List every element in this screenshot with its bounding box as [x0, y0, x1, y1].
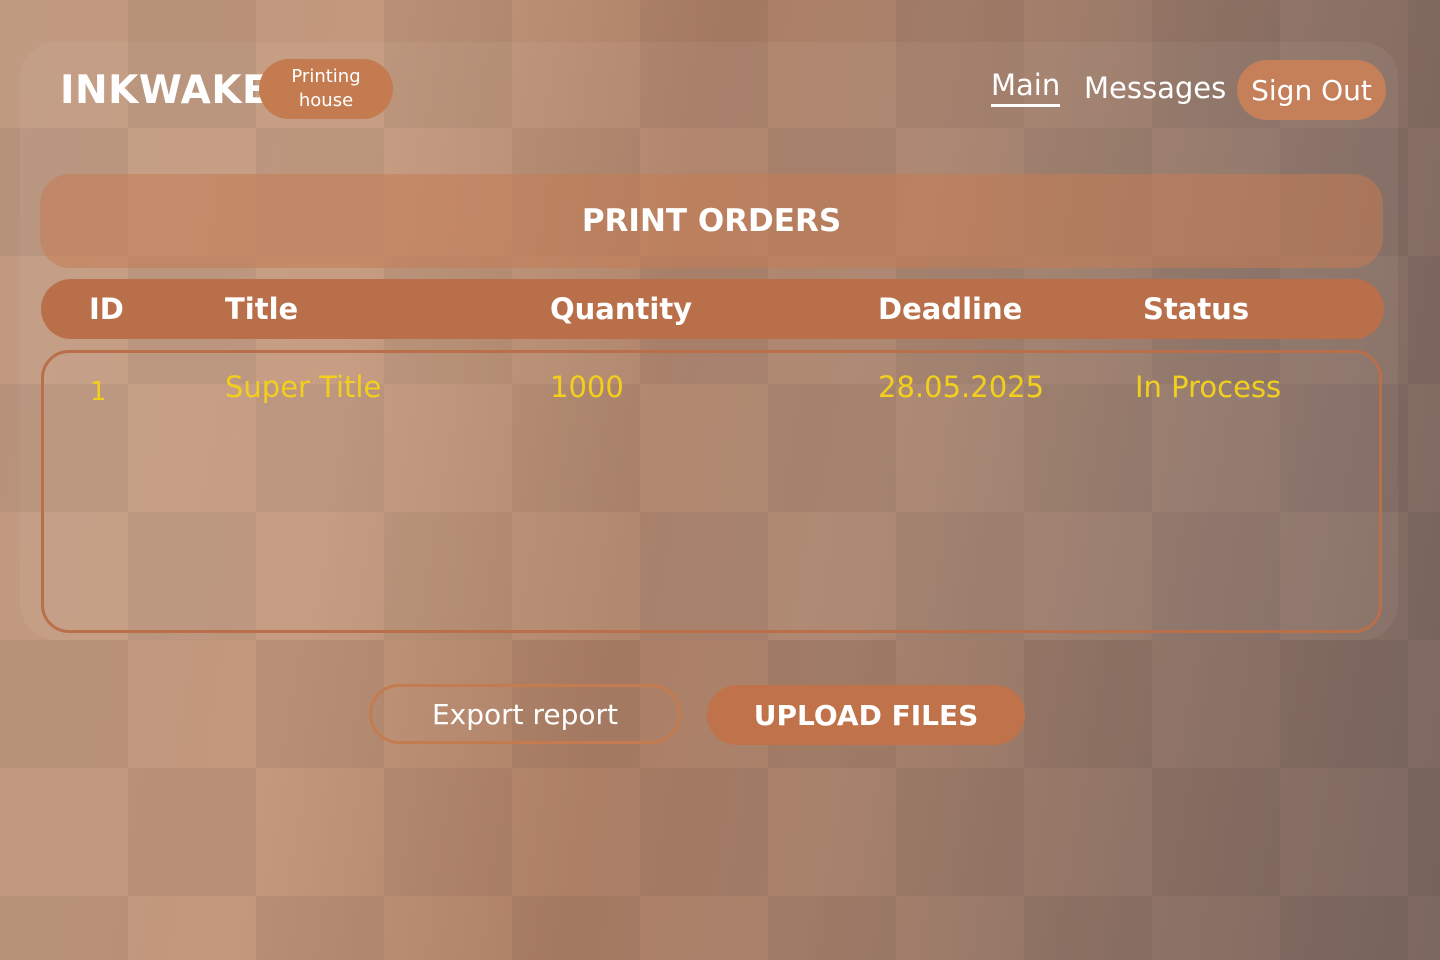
sign-out-button[interactable]: Sign Out — [1237, 60, 1386, 120]
column-header-status[interactable]: Status — [1143, 292, 1249, 326]
nav-messages-link[interactable]: Messages — [1084, 71, 1226, 105]
badge-label-line2: house — [298, 90, 354, 111]
column-header-title[interactable]: Title — [225, 292, 298, 326]
badge-label-line1: Printing — [291, 66, 361, 87]
column-header-deadline[interactable]: Deadline — [878, 292, 1022, 326]
cell-deadline: 28.05.2025 — [878, 370, 1045, 404]
cell-quantity: 1000 — [550, 370, 624, 404]
table-row[interactable]: 1 Super Title 1000 28.05.2025 In Process — [44, 353, 1379, 433]
cell-title: Super Title — [225, 370, 382, 404]
nav-main-link[interactable]: Main — [991, 68, 1061, 107]
printing-house-badge: Printing house — [259, 59, 393, 119]
column-header-id[interactable]: ID — [89, 292, 124, 326]
column-header-quantity[interactable]: Quantity — [550, 292, 692, 326]
page-title: PRINT ORDERS — [40, 174, 1383, 268]
table-header: ID Title Quantity Deadline Status — [41, 279, 1384, 339]
cell-id: 1 — [90, 377, 107, 407]
app-logo: INKWAKE — [60, 68, 270, 113]
export-report-button[interactable]: Export report — [369, 684, 681, 744]
upload-files-button[interactable]: UPLOAD FILES — [707, 685, 1025, 745]
orders-table-body: 1 Super Title 1000 28.05.2025 In Process — [41, 350, 1382, 633]
cell-status: In Process — [1135, 370, 1282, 404]
